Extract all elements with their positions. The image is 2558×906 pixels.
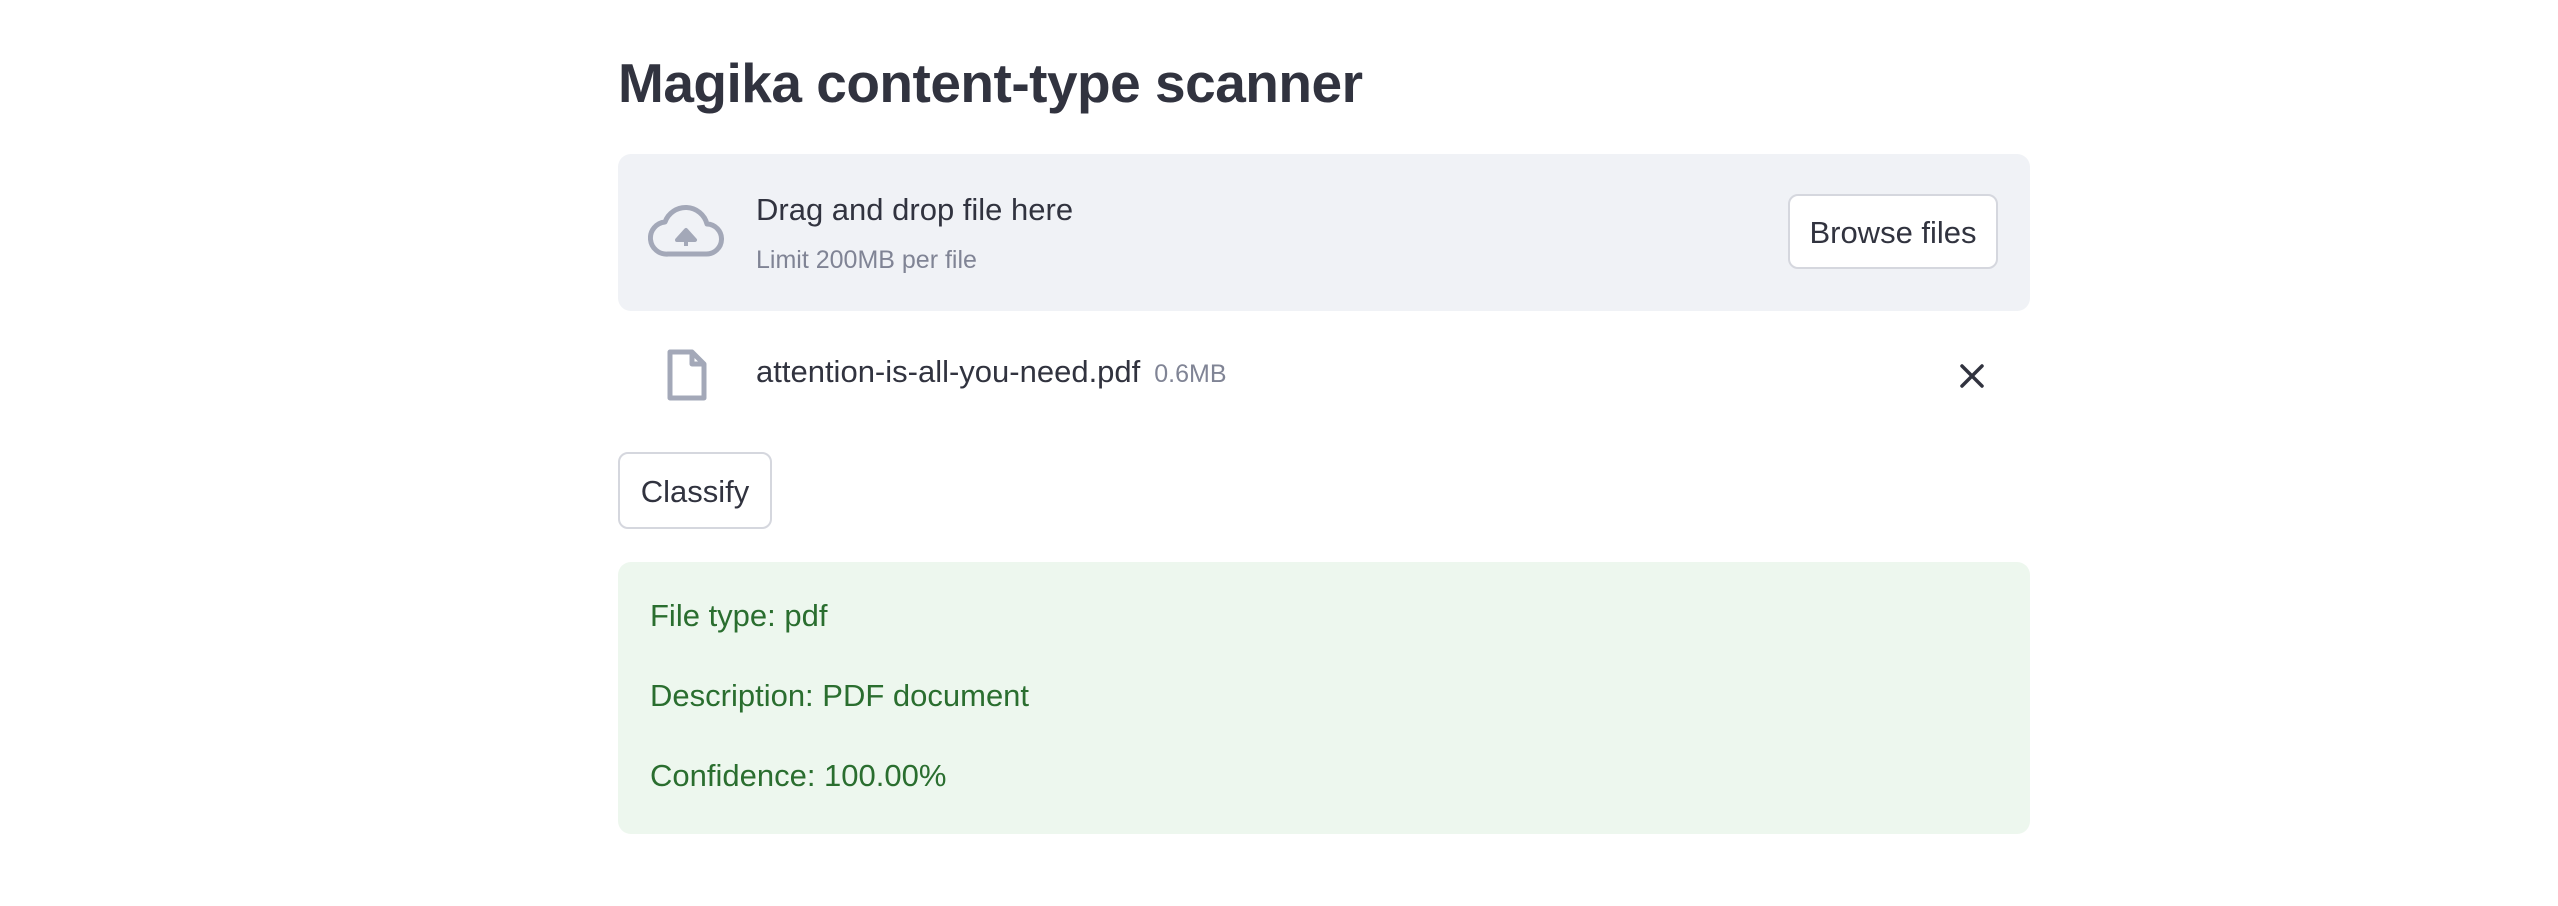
result-description: Description: PDF document: [650, 678, 1030, 713]
result-panel: File type: pdf Description: PDF document…: [618, 562, 2030, 834]
file-size: 0.6MB: [1154, 360, 1227, 388]
dropzone-limit: Limit 200MB per file: [756, 246, 977, 274]
page: Magika content-type scanner Drag and dro…: [0, 0, 2558, 906]
browse-files-button[interactable]: Browse files: [1788, 194, 1998, 269]
close-icon[interactable]: [1954, 358, 1990, 394]
file-name-group: attention-is-all-you-need.pdf 0.6MB: [756, 354, 1227, 390]
file-dropzone[interactable]: Drag and drop file here Limit 200MB per …: [618, 154, 2030, 311]
classify-button[interactable]: Classify: [618, 452, 772, 529]
file-name: attention-is-all-you-need.pdf: [756, 354, 1141, 389]
uploaded-file-row: attention-is-all-you-need.pdf 0.6MB: [618, 330, 2030, 420]
cloud-upload-icon: [648, 202, 724, 262]
file-icon: [666, 348, 708, 402]
result-confidence: Confidence: 100.00%: [650, 758, 947, 793]
page-title: Magika content-type scanner: [618, 52, 1363, 114]
result-file-type: File type: pdf: [650, 598, 828, 633]
dropzone-instructions: Drag and drop file here: [756, 192, 1074, 227]
